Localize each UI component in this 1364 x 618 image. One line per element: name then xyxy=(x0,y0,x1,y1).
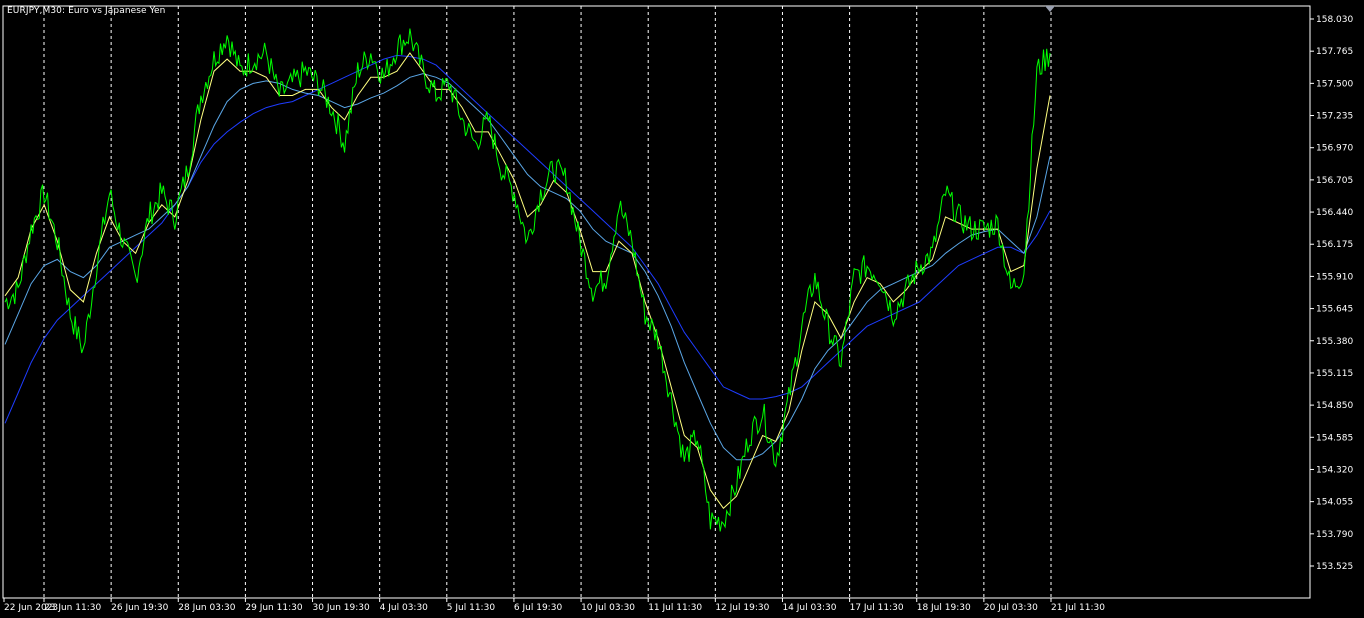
y-tick-label: 156.705 xyxy=(1316,176,1353,186)
y-tick-label: 155.115 xyxy=(1316,369,1353,379)
x-tick-label: 29 Jun 11:30 xyxy=(245,603,302,613)
x-tick-label: 6 Jul 19:30 xyxy=(514,603,563,613)
price-axis[interactable]: 158.030 157.765 157.500 157.235 156.970 156.7… xyxy=(1310,15,1353,572)
x-tick-label: 10 Jul 03:30 xyxy=(581,603,635,613)
y-tick-label: 154.585 xyxy=(1316,433,1353,443)
y-tick-label: 157.235 xyxy=(1316,112,1353,122)
x-tick-label: 14 Jul 03:30 xyxy=(782,603,836,613)
x-tick-label: 23 Jun 11:30 xyxy=(44,603,101,613)
x-tick-label: 18 Jul 19:30 xyxy=(917,603,971,613)
y-tick-label: 158.030 xyxy=(1316,15,1353,25)
price-chart[interactable]: 158.030 157.765 157.500 157.235 156.970 156.7… xyxy=(0,0,1364,618)
x-tick-label: 17 Jul 11:30 xyxy=(850,603,904,613)
x-tick-label: 11 Jul 11:30 xyxy=(648,603,702,613)
y-tick-label: 157.765 xyxy=(1316,47,1353,57)
x-tick-label: 21 Jul 11:30 xyxy=(1051,603,1105,613)
x-tick-label: 5 Jul 11:30 xyxy=(447,603,496,613)
y-tick-label: 156.970 xyxy=(1316,144,1353,154)
y-tick-label: 156.440 xyxy=(1316,208,1353,218)
y-tick-label: 153.525 xyxy=(1316,562,1353,572)
y-tick-label: 155.910 xyxy=(1316,272,1353,282)
x-tick-label: 12 Jul 19:30 xyxy=(715,603,769,613)
chart-window[interactable]: 158.030 157.765 157.500 157.235 156.970 156.7… xyxy=(0,0,1364,618)
y-tick-label: 154.320 xyxy=(1316,465,1353,475)
y-tick-label: 155.645 xyxy=(1316,305,1353,315)
y-tick-label: 153.790 xyxy=(1316,530,1353,540)
y-tick-label: 155.380 xyxy=(1316,337,1353,347)
plot-area[interactable] xyxy=(2,5,1311,599)
y-tick-label: 154.055 xyxy=(1316,498,1353,508)
y-tick-label: 156.175 xyxy=(1316,240,1353,250)
x-tick-label: 20 Jul 03:30 xyxy=(984,603,1038,613)
x-tick-label: 26 Jun 19:30 xyxy=(111,603,168,613)
chart-title: EURJPY,M30: Euro vs Japanese Yen xyxy=(7,6,166,16)
x-tick-label: 30 Jun 19:30 xyxy=(313,603,370,613)
y-tick-label: 154.850 xyxy=(1316,401,1353,411)
x-tick-label: 28 Jun 03:30 xyxy=(178,603,235,613)
y-tick-label: 157.500 xyxy=(1316,79,1353,89)
x-tick-label: 4 Jul 03:30 xyxy=(380,603,429,613)
time-axis[interactable]: 22 Jun 202323 Jun 11:30 26 Jun 19:30 28 Ju… xyxy=(3,598,1105,613)
